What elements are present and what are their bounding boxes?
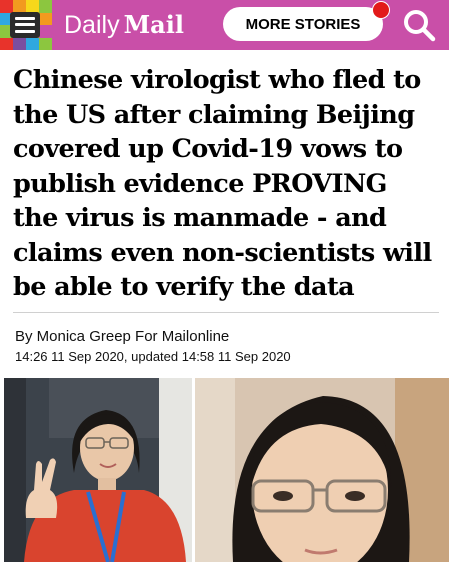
photo-woman-victory-sign[interactable]	[4, 378, 192, 562]
photo-woman-glasses-closeup[interactable]	[195, 378, 449, 562]
divider	[13, 312, 439, 313]
search-icon[interactable]	[400, 7, 438, 43]
hamburger-menu-icon	[10, 12, 40, 38]
more-stories-button[interactable]: MORE STORIES	[223, 7, 383, 41]
article-byline[interactable]: By Monica Greep For Mailonline	[15, 328, 229, 345]
menu-button[interactable]	[0, 0, 52, 50]
logo-daily-text: Daily	[64, 11, 120, 39]
article-headline: Chinese virologist who fled to the US af…	[13, 65, 432, 302]
more-stories-label: MORE STORIES	[245, 15, 361, 33]
top-navigation-bar: Daily Mail MORE STORIES	[0, 0, 449, 50]
photo-right-illustration	[195, 378, 449, 562]
logo-mail-text: Mail	[123, 10, 184, 39]
daily-mail-logo[interactable]: Daily Mail	[64, 7, 184, 43]
notification-dot	[372, 1, 390, 19]
photo-left-illustration	[4, 378, 192, 562]
article-dateline: 14:26 11 Sep 2020, updated 14:58 11 Sep …	[15, 349, 291, 364]
